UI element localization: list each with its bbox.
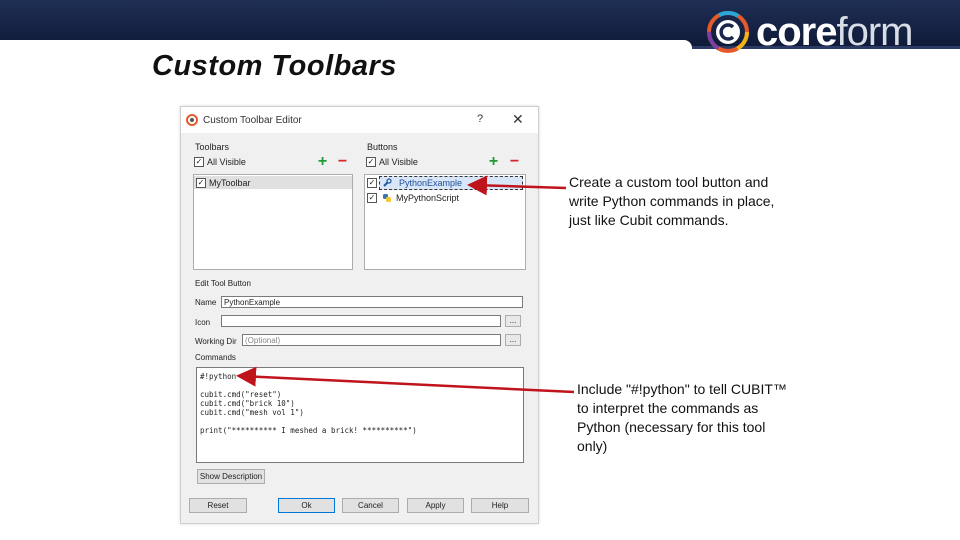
coreform-logo: coreform <box>706 10 914 54</box>
working-dir-field[interactable]: (Optional) <box>242 334 501 346</box>
cubit-app-icon <box>186 114 198 126</box>
icon-label: Icon <box>195 318 211 327</box>
logo-text: coreform <box>756 10 914 54</box>
cancel-button[interactable]: Cancel <box>342 498 399 513</box>
callout-line: to interpret the commands as <box>577 400 759 416</box>
help-button[interactable]: Help <box>471 498 529 513</box>
logo-text-bold: core <box>756 10 837 54</box>
icon-field[interactable] <box>221 315 501 327</box>
callout-line: just like Cubit commands. <box>569 212 729 228</box>
icon-browse-button[interactable]: ... <box>505 315 521 327</box>
buttons-all-visible-checkbox[interactable]: ✓ <box>366 157 376 167</box>
command-line: cubit.cmd("reset") <box>200 390 282 399</box>
button-item-checkbox-2[interactable]: ✓ <box>367 193 377 203</box>
buttons-list[interactable]: ✓ PythonExample ✓ MyPythonScript <box>364 174 526 270</box>
close-icon[interactable]: ✕ <box>512 111 524 128</box>
toolbars-all-visible-checkbox[interactable]: ✓ <box>194 157 204 167</box>
buttons-label: Buttons <box>367 142 398 152</box>
command-line: cubit.cmd("mesh vol 1") <box>200 408 304 417</box>
button-item-checkbox-1[interactable]: ✓ <box>367 178 377 188</box>
toolbars-list[interactable]: ✓ MyToolbar <box>193 174 353 270</box>
button-item-label-1: PythonExample <box>399 178 463 188</box>
dialog-title: Custom Toolbar Editor <box>203 115 302 126</box>
callout-line: Create a custom tool button and <box>569 174 769 190</box>
remove-button-icon[interactable]: − <box>508 154 521 170</box>
working-dir-browse-button[interactable]: ... <box>505 334 521 346</box>
command-line: #!python <box>200 372 237 381</box>
buttons-all-visible-label: All Visible <box>379 157 418 167</box>
apply-button[interactable]: Apply <box>407 498 464 513</box>
commands-textarea[interactable]: #!python cubit.cmd("reset") cubit.cmd("b… <box>196 367 524 463</box>
name-label: Name <box>195 298 217 307</box>
toolbar-item-label: MyToolbar <box>209 178 251 188</box>
help-icon[interactable]: ? <box>477 113 483 125</box>
callout-line: only) <box>577 438 608 454</box>
show-description-button[interactable]: Show Description <box>197 469 265 484</box>
custom-toolbar-editor-dialog: Custom Toolbar Editor ? ✕ Toolbars ✓ All… <box>180 106 539 524</box>
toolbar-item-checkbox[interactable]: ✓ <box>196 178 206 188</box>
reset-button[interactable]: Reset <box>189 498 247 513</box>
callout-python-shebang: Include "#!python" to tell CUBIT™ to int… <box>577 380 787 456</box>
add-toolbar-icon[interactable]: + <box>316 154 329 170</box>
command-line: print("********** I meshed a brick! ****… <box>200 426 417 435</box>
button-item-label-2: MyPythonScript <box>396 193 460 203</box>
toolbars-label: Toolbars <box>195 142 230 152</box>
callout-line: write Python commands in place, <box>569 193 775 209</box>
command-line: cubit.cmd("brick 10") <box>200 399 295 408</box>
slide-title: Custom Toolbars <box>152 50 397 82</box>
coreform-logo-icon <box>707 11 749 53</box>
tool-icon <box>383 178 392 187</box>
commands-label: Commands <box>195 353 236 362</box>
callout-line: Include "#!python" to tell CUBIT™ <box>577 381 787 397</box>
logo-text-light: form <box>836 10 914 54</box>
edit-tool-button-label: Edit Tool Button <box>195 279 251 288</box>
dialog-titlebar: Custom Toolbar Editor ? ✕ <box>181 107 538 133</box>
callout-custom-button: Create a custom tool button and write Py… <box>569 173 774 230</box>
python-icon <box>383 194 391 202</box>
callout-line: Python (necessary for this tool <box>577 419 766 435</box>
ok-button[interactable]: Ok <box>278 498 335 513</box>
add-button-icon[interactable]: + <box>487 154 500 170</box>
toolbars-all-visible-label: All Visible <box>207 157 246 167</box>
name-field[interactable]: PythonExample <box>221 296 523 308</box>
working-dir-label: Working Dir <box>195 337 237 346</box>
remove-toolbar-icon[interactable]: − <box>336 154 349 170</box>
